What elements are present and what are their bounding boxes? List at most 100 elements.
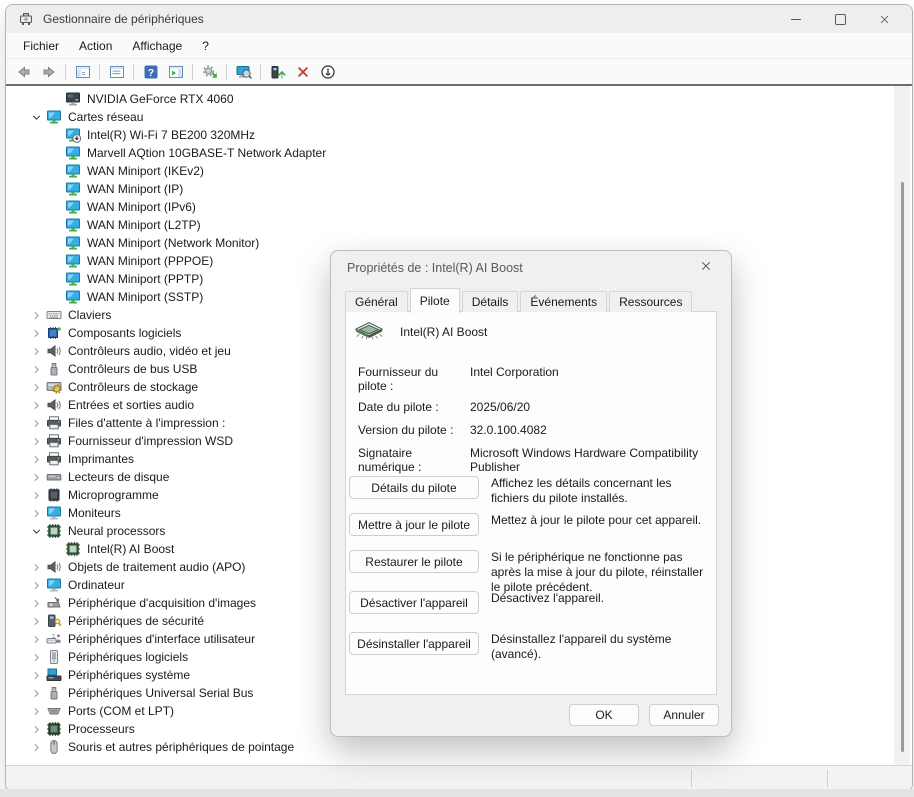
driver-action-button[interactable]: Désactiver l'appareil: [349, 591, 479, 614]
toolbar: ?: [6, 58, 912, 85]
field-value: Intel Corporation: [470, 365, 708, 393]
tab-événements[interactable]: Événements: [520, 291, 607, 312]
ok-button[interactable]: OK: [569, 704, 639, 726]
chevron-collapsed-icon[interactable]: [28, 361, 44, 377]
tree-item[interactable]: Cartes réseau: [6, 108, 912, 126]
chevron-collapsed-icon[interactable]: [28, 307, 44, 323]
chevron-collapsed-icon[interactable]: [28, 685, 44, 701]
tree-item-label: Ordinateur: [68, 578, 125, 592]
tab-ressources[interactable]: Ressources: [609, 291, 692, 312]
dialog-close-button[interactable]: [691, 255, 721, 281]
tree-item[interactable]: Intel(R) Wi-Fi 7 BE200 320MHz: [6, 126, 912, 144]
chevron-collapsed-icon[interactable]: [28, 415, 44, 431]
chevron-collapsed-icon[interactable]: [28, 667, 44, 683]
tab-détails[interactable]: Détails: [462, 291, 519, 312]
disable-device-icon[interactable]: [315, 61, 340, 83]
scrollbar-thumb[interactable]: [901, 182, 904, 752]
chevron-collapsed-icon[interactable]: [28, 577, 44, 593]
menu-item[interactable]: ?: [192, 35, 219, 57]
driver-action-button[interactable]: Détails du pilote: [349, 476, 479, 499]
chevron-collapsed-icon[interactable]: [28, 343, 44, 359]
driver-action-row: Détails du pilote Affichez les détails c…: [349, 476, 708, 506]
field-label: Fournisseur du pilote :: [358, 365, 470, 393]
tree-item-label: Ports (COM et LPT): [68, 704, 174, 718]
cancel-button[interactable]: Annuler: [649, 704, 719, 726]
tree-item[interactable]: WAN Miniport (IP): [6, 180, 912, 198]
tree-item-label: Claviers: [68, 308, 111, 322]
chevron-collapsed-icon[interactable]: [28, 451, 44, 467]
driver-action-row: Restaurer le pilote Si le périphérique n…: [349, 550, 708, 595]
chevron-collapsed-icon[interactable]: [28, 703, 44, 719]
driver-action-button[interactable]: Désinstaller l'appareil: [349, 632, 479, 655]
menu-item[interactable]: Fichier: [13, 35, 69, 57]
network-adapter-icon: [65, 271, 81, 287]
field-value: 32.0.100.4082: [470, 423, 708, 439]
chevron-collapsed-icon[interactable]: [28, 631, 44, 647]
tree-item[interactable]: WAN Miniport (L2TP): [6, 216, 912, 234]
uninstall-device-icon[interactable]: [290, 61, 315, 83]
scan-hardware-icon[interactable]: [197, 61, 222, 83]
forward-icon[interactable]: [36, 61, 61, 83]
tree-item-label: Contrôleurs audio, vidéo et jeu: [68, 344, 231, 358]
ports-icon: [46, 703, 62, 719]
software-component-icon: [46, 325, 62, 341]
audio-icon: [46, 559, 62, 575]
device-name: Intel(R) AI Boost: [400, 325, 487, 339]
tree-item-label: Périphériques système: [68, 668, 190, 682]
minimize-button[interactable]: [774, 5, 818, 33]
toolbar-separator: [99, 64, 100, 80]
driver-action-button[interactable]: Restaurer le pilote: [349, 550, 479, 573]
tree-item-label: Microprogramme: [68, 488, 159, 502]
close-button[interactable]: [862, 5, 906, 33]
field-value: 2025/06/20: [470, 400, 708, 416]
chevron-collapsed-icon[interactable]: [28, 613, 44, 629]
chevron-collapsed-icon[interactable]: [28, 721, 44, 737]
chevron-collapsed-icon[interactable]: [28, 739, 44, 755]
chevron-collapsed-icon[interactable]: [28, 559, 44, 575]
chevron-collapsed-icon[interactable]: [28, 649, 44, 665]
imaging-device-icon: [46, 595, 62, 611]
chevron-collapsed-icon[interactable]: [28, 469, 44, 485]
chevron-collapsed-icon[interactable]: [28, 487, 44, 503]
vertical-scrollbar[interactable]: [894, 86, 910, 766]
chevron-expanded-icon[interactable]: [28, 523, 44, 539]
tree-item-label: Souris et autres périphériques de pointa…: [68, 740, 294, 754]
tree-item[interactable]: WAN Miniport (IKEv2): [6, 162, 912, 180]
chevron-collapsed-icon[interactable]: [28, 505, 44, 521]
chevron-collapsed-icon[interactable]: [28, 433, 44, 449]
chevron-slot: [47, 163, 63, 179]
monitor-icon: [46, 505, 62, 521]
properties-icon[interactable]: [104, 61, 129, 83]
menu-item[interactable]: Action: [69, 35, 122, 57]
tree-item[interactable]: Marvell AQtion 10GBASE-T Network Adapter: [6, 144, 912, 162]
action-pane-icon[interactable]: [163, 61, 188, 83]
tree-item[interactable]: WAN Miniport (IPv6): [6, 198, 912, 216]
search-computer-icon[interactable]: [231, 61, 256, 83]
chevron-collapsed-icon[interactable]: [28, 325, 44, 341]
tree-item-label: WAN Miniport (IPv6): [87, 200, 196, 214]
chevron-collapsed-icon[interactable]: [28, 397, 44, 413]
driver-tab-page: Intel(R) AI Boost Fournisseur du pilote …: [345, 311, 717, 695]
back-icon[interactable]: [11, 61, 36, 83]
tree-item[interactable]: NVIDIA GeForce RTX 4060: [6, 90, 912, 108]
display-adapter-icon: [65, 91, 81, 107]
driver-action-button[interactable]: Mettre à jour le pilote: [349, 513, 479, 536]
network-adapter-icon: [65, 289, 81, 305]
tab-général[interactable]: Général: [345, 291, 408, 312]
tab-pilote[interactable]: Pilote: [410, 288, 460, 313]
maximize-button[interactable]: [818, 5, 862, 33]
chevron-collapsed-icon[interactable]: [28, 379, 44, 395]
tree-item-label: Périphériques d'interface utilisateur: [68, 632, 255, 646]
network-adapter-icon: [65, 163, 81, 179]
tree-item-label: Intel(R) Wi-Fi 7 BE200 320MHz: [87, 128, 255, 142]
chevron-slot: [47, 289, 63, 305]
help-icon[interactable]: ?: [138, 61, 163, 83]
chevron-collapsed-icon[interactable]: [28, 595, 44, 611]
tree-item-label: NVIDIA GeForce RTX 4060: [87, 92, 234, 106]
update-driver-icon[interactable]: [265, 61, 290, 83]
menu-item[interactable]: Affichage: [122, 35, 192, 57]
show-console-tree-icon[interactable]: [70, 61, 95, 83]
storage-icon: [46, 379, 62, 395]
tree-item[interactable]: Souris et autres périphériques de pointa…: [6, 738, 912, 756]
chevron-expanded-icon[interactable]: [28, 109, 44, 125]
